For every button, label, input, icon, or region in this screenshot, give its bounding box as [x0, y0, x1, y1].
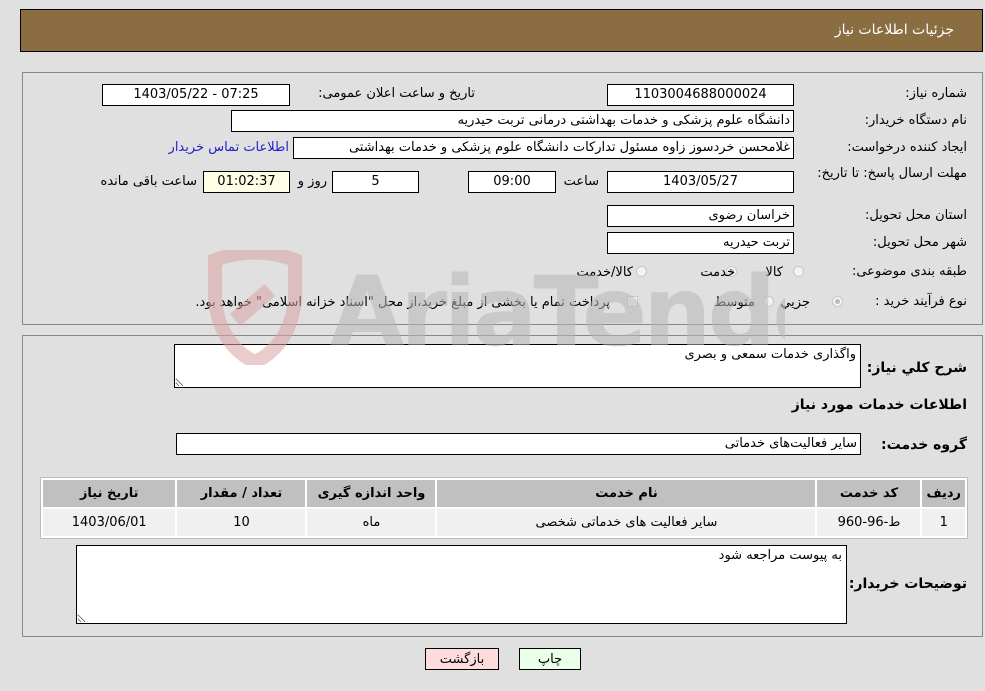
services-table: ردیف کد خدمت نام خدمت واحد اندازه گیری ت…: [40, 477, 968, 539]
category-option-goods-service: کالا/خدمت: [576, 265, 633, 280]
treasury-checkbox[interactable]: [627, 296, 638, 307]
col-header-service-name: نام خدمت: [437, 480, 816, 507]
back-button[interactable]: بازگشت: [425, 648, 499, 670]
province-label: استان محل تحویل:: [865, 208, 967, 223]
deadline-date-field[interactable]: 1403/05/27: [607, 171, 794, 193]
remaining-days-field[interactable]: 5: [332, 171, 419, 193]
print-button[interactable]: چاپ: [519, 648, 581, 670]
requester-label: ایجاد کننده درخواست:: [847, 140, 967, 155]
deadline-label: مهلت ارسال پاسخ: تا تاریخ:: [817, 166, 967, 181]
cell-service-name: سایر فعالیت های خدماتی شخصی: [437, 509, 816, 536]
process-option-minor: جزيي: [780, 295, 810, 310]
cell-quantity: 10: [177, 509, 306, 536]
province-field[interactable]: خراسان رضوی: [607, 205, 794, 227]
buyer-org-label: نام دستگاه خریدار:: [864, 113, 967, 128]
cell-unit: ماه: [307, 509, 436, 536]
days-label: روز و: [297, 174, 327, 189]
purchase-process-label: نوع فرآیند خرید :: [875, 294, 967, 309]
col-header-quantity: تعداد / مقدار: [177, 480, 306, 507]
cell-need-date: 1403/06/01: [43, 509, 176, 536]
services-section-title: اطلاعات خدمات مورد نیاز: [791, 397, 967, 413]
announce-datetime-field[interactable]: 1403/05/22 - 07:25: [102, 84, 290, 106]
remaining-time-label: ساعت باقی مانده: [100, 174, 197, 189]
page-header: جزئیات اطلاعات نیاز: [20, 9, 983, 52]
service-group-field[interactable]: سایر فعالیت‌های خدماتی: [176, 433, 861, 455]
services-panel: شرح کلي نياز: واگذاری خدمات سمعی و بصری …: [22, 335, 983, 637]
treasury-note: پرداخت تمام یا بخشی از مبلغ خرید،از محل …: [195, 295, 610, 310]
process-radio-minor[interactable]: [832, 296, 843, 307]
category-label: طبقه بندی موضوعی:: [851, 264, 967, 279]
buyer-notes-textarea[interactable]: به پیوست مراجعه شود: [76, 545, 847, 624]
need-number-field[interactable]: 1103004688000024: [607, 84, 794, 106]
process-radio-medium[interactable]: [763, 296, 774, 307]
city-label: شهر محل تحویل:: [872, 235, 967, 250]
service-group-label: گروه خدمت:: [881, 437, 967, 453]
remaining-time-field[interactable]: 01:02:37: [203, 171, 290, 193]
description-label: شرح کلي نياز:: [866, 360, 967, 376]
city-field[interactable]: تربت حیدریه: [607, 232, 794, 254]
table-row: 1 ط-96-960 سایر فعالیت های خدماتی شخصی م…: [43, 509, 965, 536]
cell-row-number: 1: [922, 509, 965, 536]
deadline-time-field[interactable]: 09:00: [468, 171, 556, 193]
cell-service-code: ط-96-960: [817, 509, 921, 536]
table-header-row: ردیف کد خدمت نام خدمت واحد اندازه گیری ت…: [43, 480, 965, 507]
announce-datetime-label: تاریخ و ساعت اعلان عمومی:: [318, 86, 475, 101]
page-title: جزئیات اطلاعات نیاز: [834, 22, 954, 38]
description-textarea[interactable]: واگذاری خدمات سمعی و بصری: [174, 344, 861, 388]
col-header-need-date: تاریخ نیاز: [43, 480, 176, 507]
col-header-row-number: ردیف: [922, 480, 965, 507]
process-option-medium: متوسط: [714, 295, 755, 310]
requester-field[interactable]: غلامحسن خردسوز زاوه مسئول تدارکات دانشگا…: [293, 137, 794, 159]
category-option-goods: کالا: [765, 265, 783, 280]
category-radio-goods[interactable]: [793, 266, 804, 277]
deadline-time-label: ساعت: [563, 174, 599, 189]
category-option-service: خدمت: [700, 265, 735, 280]
col-header-service-code: کد خدمت: [817, 480, 921, 507]
buyer-contact-link[interactable]: اطلاعات تماس خریدار: [169, 140, 289, 155]
need-info-panel: شماره نیاز: 1103004688000024 تاریخ و ساع…: [22, 72, 983, 325]
buyer-notes-label: توضیحات خریدار:: [848, 576, 967, 592]
category-radio-goods-service[interactable]: [636, 266, 647, 277]
buyer-org-field[interactable]: دانشگاه علوم پزشکی و خدمات بهداشتی درمان…: [231, 110, 794, 132]
col-header-unit: واحد اندازه گیری: [307, 480, 436, 507]
need-number-label: شماره نیاز:: [905, 86, 967, 101]
